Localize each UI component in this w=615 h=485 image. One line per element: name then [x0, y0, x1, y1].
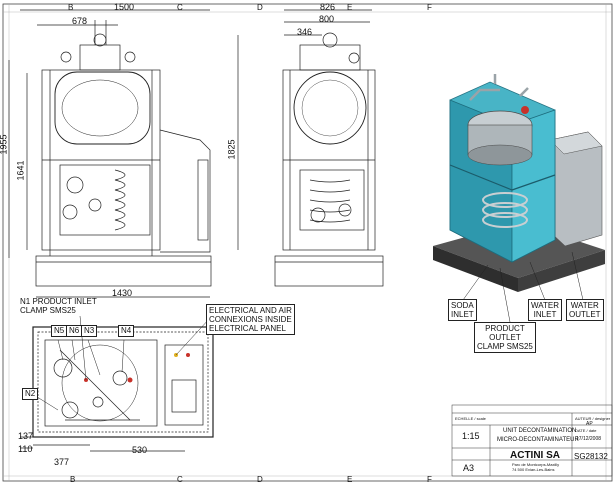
- title-line-1: UNIT DECONTAMINATION: [503, 428, 577, 434]
- grid-letter-bottom-f: F: [427, 475, 432, 484]
- callout-water-outlet: WATER OUTLET: [566, 299, 604, 321]
- callout-soda-inlet: SODA INLET: [448, 299, 477, 321]
- plan-markers: [84, 353, 190, 383]
- date-label: DATE / date: [575, 428, 597, 433]
- grid-letter-bottom-c: C: [177, 475, 183, 484]
- isometric-render: [433, 74, 605, 323]
- dim-1641: 1641: [15, 160, 26, 181]
- grid-letter-e: E: [347, 3, 353, 12]
- company-name: ACTINI SA: [510, 450, 560, 461]
- tag-n6: N6: [66, 325, 83, 337]
- author-value: AP: [586, 421, 593, 427]
- grid-letter-c: C: [177, 3, 183, 12]
- technical-drawing: [2, 3, 613, 482]
- dim-137: 137: [18, 431, 34, 441]
- dim-1955: 1955: [0, 134, 9, 155]
- dim-826: 826: [320, 2, 336, 12]
- dim-1500: 1500: [114, 2, 135, 12]
- front-view: [8, 9, 239, 298]
- title-line-2: MICRO-DECONTAMINATEUR: [497, 437, 579, 443]
- sheet-format: A3: [463, 463, 475, 473]
- dim-678: 678: [72, 16, 88, 26]
- grid-letter-b: B: [68, 3, 74, 12]
- scale-label: ECHELLE / scale: [455, 416, 486, 421]
- grid-letter-bottom-e: E: [347, 475, 353, 484]
- dim-530: 530: [132, 445, 148, 455]
- grid-letter-bottom-b: B: [70, 475, 76, 484]
- dim-110: 110: [18, 444, 33, 454]
- grid-letter-bottom-d: D: [257, 475, 263, 484]
- callout-product-inlet: N1 PRODUCT INLET CLAMP SMS25: [20, 297, 97, 315]
- tag-n3: N3: [81, 325, 98, 337]
- tag-n5: N5: [51, 325, 68, 337]
- callout-water-inlet: WATER INLET: [528, 299, 562, 321]
- dim-1430: 1430: [112, 288, 133, 298]
- dim-346: 346: [297, 27, 313, 37]
- grid-letter-f: F: [427, 3, 432, 12]
- callout-product-outlet: PRODUCT OUTLET CLAMP SMS25: [474, 322, 536, 353]
- dim-800: 800: [319, 14, 335, 24]
- side-view: [274, 9, 384, 287]
- drawing-number: SG28132: [574, 452, 608, 461]
- grid-letter-d: D: [257, 3, 263, 12]
- plan-view: [20, 326, 214, 452]
- dim-1825: 1825: [226, 139, 237, 160]
- address-line-2: 74 500 Evian-Les-Bains: [512, 467, 555, 472]
- callout-electrical: ELECTRICAL AND AIR CONNEXIONS INSIDE ELE…: [206, 304, 295, 335]
- date-value: 17/12/2008: [576, 436, 602, 442]
- scale-value: 1:15: [462, 431, 480, 441]
- tag-n2: N2: [22, 388, 39, 400]
- tag-n4: N4: [118, 325, 135, 337]
- dim-377: 377: [54, 457, 70, 467]
